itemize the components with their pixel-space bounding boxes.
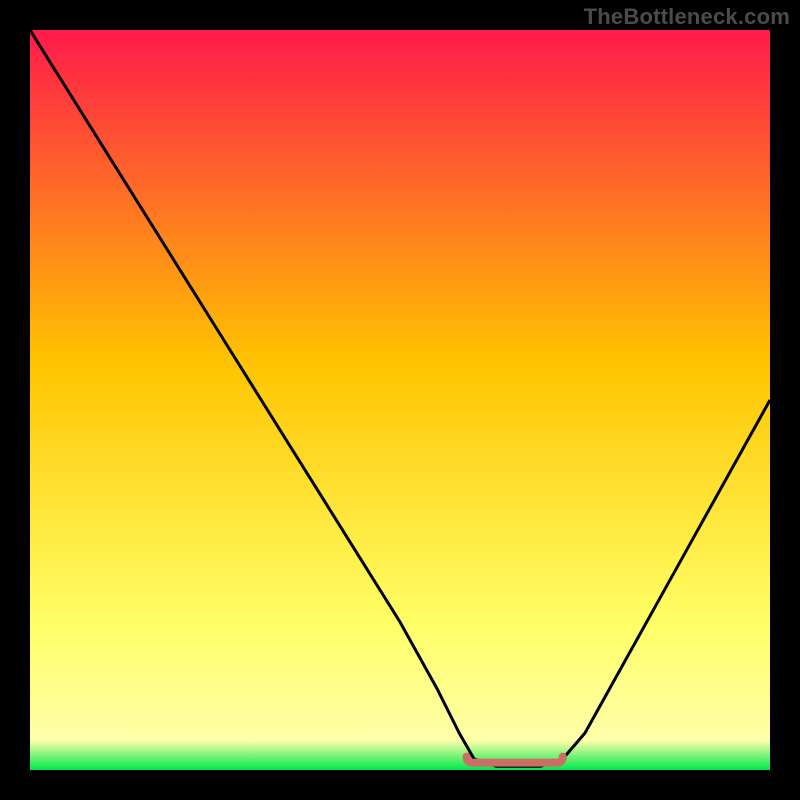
attribution-text: TheBottleneck.com [584, 4, 790, 30]
chart-frame: TheBottleneck.com [0, 0, 800, 800]
gradient-background [30, 30, 770, 770]
plot-area [30, 30, 770, 770]
chart-svg [30, 30, 770, 770]
